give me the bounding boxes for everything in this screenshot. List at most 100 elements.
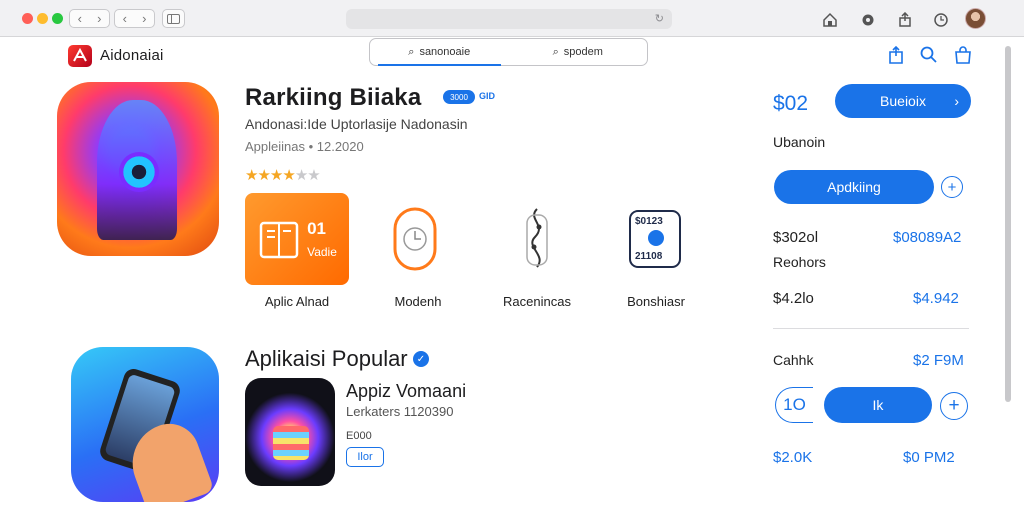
history-nav-group: ‹ › (114, 9, 155, 28)
price-left: $2.0K (773, 449, 813, 466)
feature-label: Bonshiasr (627, 294, 685, 309)
home-icon (823, 12, 837, 27)
secondary-badge: GID (479, 91, 496, 101)
sidebar-icon (167, 13, 180, 24)
app-title: Rarkiing Biiaka (245, 84, 422, 111)
feature-label: Aplic Alnad (264, 294, 330, 309)
chevron-right-icon: › (954, 93, 959, 109)
chevron-right-icon[interactable]: › (142, 11, 146, 26)
app-icon-large[interactable] (57, 82, 219, 256)
bag-icon[interactable] (953, 45, 973, 65)
price-left: $302ol (773, 229, 819, 246)
extensions-button[interactable] (857, 9, 879, 29)
clock-icon (934, 12, 948, 27)
status-badge: 3000 (443, 90, 475, 104)
price-right: $4.942 (913, 290, 959, 307)
title-bar: ‹ › ‹ › ↻ (0, 0, 1024, 37)
address-bar[interactable]: ↻ (346, 9, 672, 29)
close-window-button[interactable] (22, 13, 33, 24)
cake-graphic (273, 426, 309, 460)
app-size: E000 (346, 430, 372, 442)
section-label: Ubanoin (773, 134, 826, 150)
price-right: $2 F9M (913, 352, 964, 369)
apply-button-label: Apdkiing (827, 179, 881, 195)
feature-tile-racenincas[interactable] (485, 193, 589, 285)
puzzle-icon (862, 14, 874, 25)
tile-number: 01 (307, 219, 327, 238)
app-name: Appiz Vomaani (346, 381, 467, 401)
app-icon-cake[interactable] (245, 378, 335, 486)
tile-caption: Vadie (307, 245, 337, 259)
tab-search-primary[interactable]: ⌕ sanonoaie (370, 39, 509, 66)
get-button-label: Ilor (357, 451, 373, 463)
app-store-logo (68, 45, 92, 67)
app-icon-phone[interactable] (71, 347, 219, 502)
search-icon[interactable] (919, 45, 939, 65)
home-button[interactable] (819, 9, 841, 29)
zoom-window-button[interactable] (52, 13, 63, 24)
add-button[interactable]: + (940, 392, 968, 420)
tile-caption: 21108 (635, 251, 663, 262)
chevron-left-icon[interactable]: ‹ (78, 11, 82, 26)
share-icon[interactable] (886, 45, 906, 65)
feature-label: Modenh (394, 294, 442, 309)
star-icon: ★ (307, 167, 320, 184)
ok-button[interactable]: Ik (824, 387, 932, 423)
downloads-button[interactable] (930, 9, 952, 29)
apply-button[interactable]: Apdkiing (774, 170, 934, 204)
chevron-right-icon[interactable]: › (97, 11, 101, 26)
app-subtitle: Andonasi:Ide Uptorlasije Nadonasin (245, 116, 468, 132)
search-icon: ⌕ (408, 45, 415, 58)
dot-graphic (648, 230, 664, 246)
book-icon (259, 221, 299, 259)
reload-icon[interactable]: ↻ (655, 12, 664, 25)
plus-icon: + (947, 178, 957, 196)
price-right: $0 PM2 (903, 449, 955, 466)
rating-stars: ★★★★★★ (245, 166, 321, 184)
quantity-field[interactable]: 1O (775, 387, 813, 423)
grid-icon: $0123 21108 (629, 210, 681, 268)
feature-label: Racenincas (503, 294, 571, 309)
price-right: $08089A2 (893, 229, 962, 246)
avatar[interactable] (965, 8, 986, 29)
add-button[interactable]: + (941, 176, 963, 198)
brand-name: Aidonaiai (100, 47, 164, 64)
scroll-thumb[interactable] (1005, 46, 1011, 402)
app-store-window: ‹ › ‹ › ↻ Aidonaiai ⌕ sanonoaie ⌕ spodem… (0, 0, 1024, 512)
quantity-value: 1O (783, 395, 806, 414)
price: $02 (773, 92, 809, 115)
pendant-icon (526, 208, 548, 268)
tab-search-secondary[interactable]: ⌕ spodem (509, 39, 648, 65)
search-tabs: ⌕ sanonoaie ⌕ spodem (369, 38, 648, 66)
feature-tile-bonshiasr[interactable]: $0123 21108 (603, 193, 707, 285)
ok-button-label: Ik (872, 397, 884, 413)
app-meta: Appleiinas • 12.2020 (245, 139, 364, 154)
share-icon (899, 11, 911, 27)
feature-tile-modenh[interactable] (363, 193, 467, 285)
minimize-window-button[interactable] (37, 13, 48, 24)
star-icon: ★ (269, 167, 283, 184)
sidebar-toggle-button[interactable] (162, 9, 185, 28)
star-icon: ★ (257, 167, 270, 184)
tab-label: spodem (563, 46, 603, 58)
buy-button[interactable]: Bueioix › (835, 84, 971, 118)
back-forward-group: ‹ › (69, 9, 110, 28)
feature-tile-aplic[interactable]: 01 Vadie (245, 193, 349, 285)
search-icon: ⌕ (552, 45, 559, 58)
section-title: Aplikaisi Popular (245, 346, 408, 371)
buy-button-label: Bueioix (880, 93, 926, 109)
tile-number: $0123 (635, 216, 663, 227)
section-label: Cahhk (773, 352, 814, 368)
get-button[interactable]: Ilor (346, 447, 384, 467)
tab-label: sanonoaie (419, 46, 471, 58)
star-icon: ★ (282, 167, 295, 184)
app-store-logo-icon (73, 47, 87, 62)
chevron-left-icon[interactable]: ‹ (123, 11, 127, 26)
share-toolbar-button[interactable] (894, 9, 916, 29)
plus-icon: + (948, 395, 960, 416)
divider (773, 328, 969, 329)
section-label: Reohors (773, 254, 826, 270)
tile-text-group: 01 Vadie (307, 219, 337, 259)
verified-icon: ✓ (413, 351, 429, 367)
price-left: $4.2lo (773, 290, 814, 307)
